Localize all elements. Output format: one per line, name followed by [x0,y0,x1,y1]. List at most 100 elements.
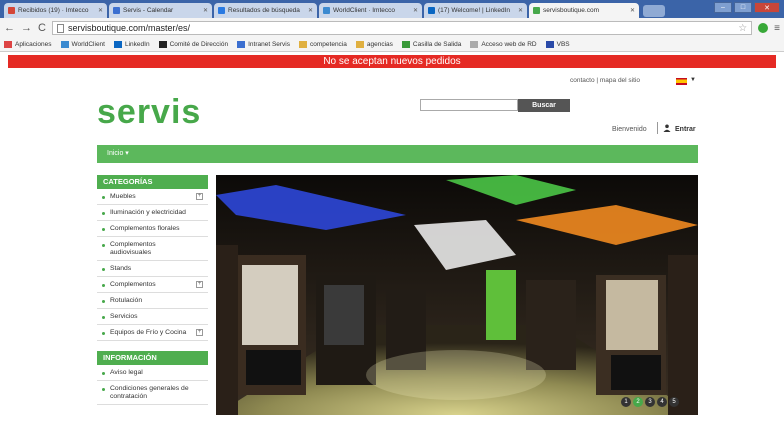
bookmark-item[interactable]: Comité de Dirección [158,41,228,48]
minimize-icon[interactable]: – [714,2,732,13]
tab-close-icon[interactable]: ✕ [305,7,313,14]
bookmark-item[interactable]: VBS [545,41,570,48]
bookmark-label: Casilla de Salida [412,41,462,48]
maximize-icon[interactable]: □ [734,2,752,13]
browser-tab[interactable]: Servis - Calendar ✕ [109,3,212,18]
search-input[interactable] [420,99,518,111]
bookmark-icon [60,41,69,48]
category-item[interactable]: Iluminación y electricidad [97,205,208,221]
browser-tab[interactable]: servisboutique.com ✕ [529,3,639,18]
main-nav: Inicio ▾ [97,145,698,163]
tab-favicon-icon [113,7,120,14]
category-label: Stands [110,265,132,272]
categories-heading: CATEGORÍAS [97,175,208,189]
category-item[interactable]: Servicios [97,309,208,325]
address-bar-row: ← → C servisboutique.com/master/es/ ☆ ≡ [0,18,784,38]
search-button[interactable]: Buscar [518,99,570,112]
browser-tab[interactable]: (17) Welcome! | LinkedIn ✕ [424,3,527,18]
nav-item-inicio[interactable]: Inicio ▾ [107,149,129,157]
category-label: Servicios [110,313,138,320]
spain-flag-icon[interactable] [676,78,687,85]
url-text: servisboutique.com/master/es/ [67,23,191,33]
bookmark-label: LinkedIn [124,41,150,48]
browser-tab[interactable]: Resultados de búsqueda ✕ [214,3,317,18]
bookmark-item[interactable]: Aplicaciones [4,41,52,48]
bookmark-item[interactable]: Acceso web de RD [470,41,537,48]
browser-tab[interactable]: Recibidos (19) · Imtecco ✕ [4,3,107,18]
slider-dot[interactable]: 2 [633,397,643,407]
bookmark-item[interactable]: LinkedIn [113,41,150,48]
tab-close-icon[interactable]: ✕ [515,7,523,14]
bookmark-item[interactable]: agencias [355,41,393,48]
bookmark-item[interactable]: WorldClient [60,41,105,48]
site-logo[interactable]: servis [97,93,201,132]
slider-pagination: 12345 [621,397,679,407]
back-icon[interactable]: ← [4,22,15,34]
bookmark-star-icon[interactable]: ☆ [738,23,747,34]
bookmark-icon [545,41,554,48]
slider-dot[interactable]: 4 [657,397,667,407]
info-item[interactable]: Aviso legal [97,365,208,381]
category-item[interactable]: Complementos florales [97,221,208,237]
page-icon [56,23,64,33]
bookmark-icon [113,41,122,48]
top-links[interactable]: contacto | mapa del sitio [570,77,640,84]
sidebar: CATEGORÍAS Muebles + Iluminación y electri… [97,175,208,405]
bookmark-icon [401,41,410,48]
browser-tab[interactable]: WorldClient · Imtecco ✕ [319,3,422,18]
slider-dot[interactable]: 1 [621,397,631,407]
slider-dot[interactable]: 3 [645,397,655,407]
chevron-down-icon[interactable]: ▼ [690,77,696,83]
tab-close-icon[interactable]: ✕ [627,7,635,14]
divider [657,122,658,134]
extension-icon[interactable] [758,23,769,33]
login-link[interactable]: Entrar [675,126,696,133]
slider-dot[interactable]: 5 [669,397,679,407]
category-item[interactable]: Rotulación [97,293,208,309]
category-label: Complementos [110,281,156,288]
new-tab-button[interactable] [643,5,665,17]
bookmark-icon [237,41,246,48]
category-label: Rotulación [110,297,143,304]
category-item[interactable]: Complementos audiovisuales [97,237,208,261]
bookmark-icon [4,41,12,48]
bookmark-label: Acceso web de RD [481,41,537,48]
forward-icon[interactable]: → [21,22,32,34]
tab-close-icon[interactable]: ✕ [410,7,418,14]
tab-favicon-icon [218,7,225,14]
category-item[interactable]: Stands [97,261,208,277]
expand-icon[interactable]: + [196,193,203,200]
category-label: Iluminación y electricidad [110,209,186,216]
bookmark-icon [470,41,479,48]
tab-label: Recibidos (19) · Imtecco [18,7,89,14]
expand-icon[interactable]: + [196,329,203,336]
bookmark-item[interactable]: Intranet Servis [237,41,290,48]
url-field[interactable]: servisboutique.com/master/es/ ☆ [51,21,753,35]
bookmark-icon [299,41,308,48]
tab-label: Resultados de búsqueda [228,7,300,14]
menu-icon[interactable]: ≡ [774,23,780,34]
tab-favicon-icon [428,7,435,14]
expand-icon[interactable]: + [196,281,203,288]
category-label: Complementos audiovisuales [110,241,156,256]
notice-banner: No se aceptan nuevos pedidos [8,55,776,68]
category-item[interactable]: Muebles + [97,189,208,205]
tab-label: servisboutique.com [543,7,599,14]
tab-favicon-icon [8,7,15,14]
category-item[interactable]: Complementos + [97,277,208,293]
welcome-text: Bienvenido [612,126,647,133]
bookmark-item[interactable]: Casilla de Salida [401,41,462,48]
tab-label: WorldClient · Imtecco [333,7,396,14]
tab-label: Servis - Calendar [123,7,174,14]
hero-slider-image[interactable] [216,175,698,415]
bookmark-icon [355,41,364,48]
bookmark-label: agencias [366,41,393,48]
bookmark-item[interactable]: competencia [299,41,347,48]
reload-icon[interactable]: C [38,22,46,34]
category-item[interactable]: Equipos de Frío y Cocina + [97,325,208,341]
info-heading: INFORMACIÓN [97,351,208,365]
tab-close-icon[interactable]: ✕ [95,7,103,14]
info-item[interactable]: Condiciones generales de contratación [97,381,208,405]
tab-close-icon[interactable]: ✕ [200,7,208,14]
close-icon[interactable]: ✕ [754,2,780,13]
